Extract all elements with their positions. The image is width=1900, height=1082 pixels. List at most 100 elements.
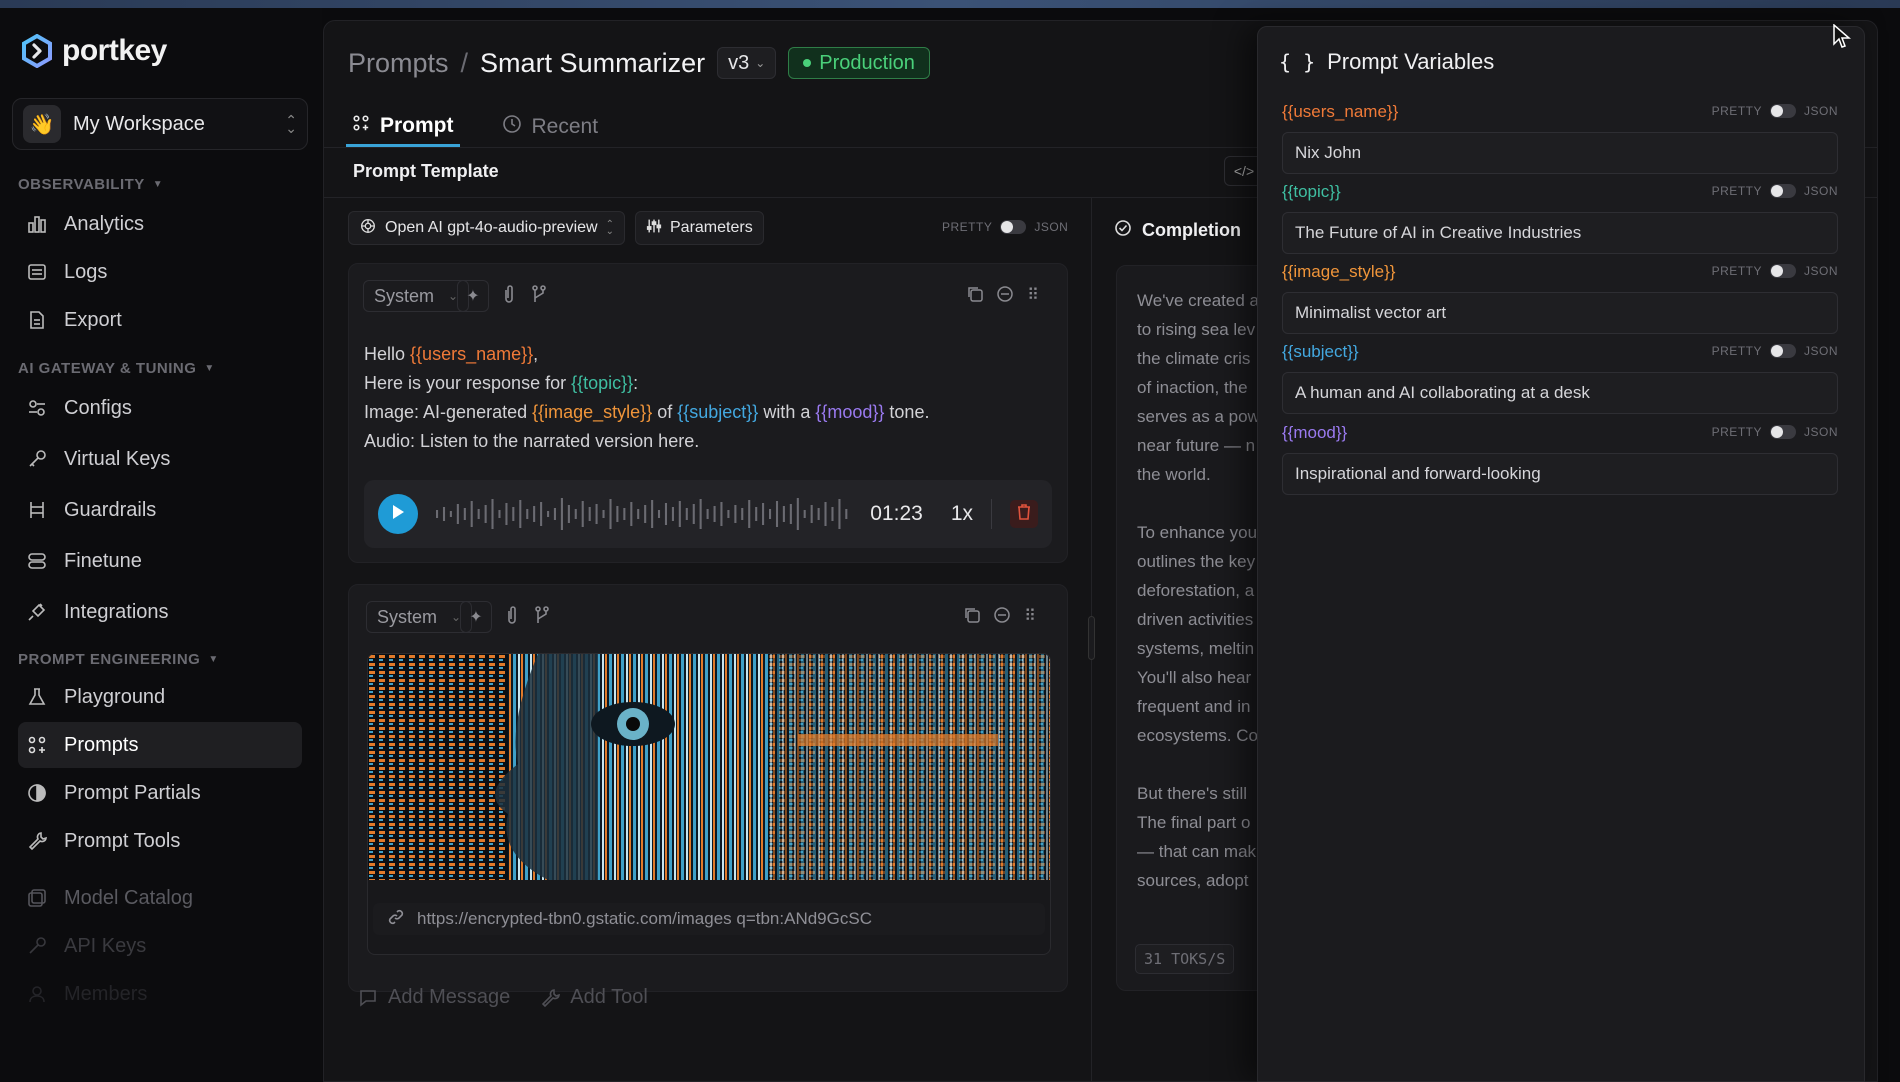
drag-handle[interactable]: ⠿: [1017, 280, 1049, 312]
tab-recent[interactable]: Recent: [496, 107, 605, 147]
sidebar-item-label: Integrations: [64, 600, 169, 623]
variable-value-input[interactable]: A human and AI collaborating at a desk: [1282, 372, 1838, 414]
variable-value-input[interactable]: The Future of AI in Creative Industries: [1282, 212, 1838, 254]
minus-circle-icon: [996, 285, 1014, 308]
toggle-switch[interactable]: [1000, 220, 1027, 234]
grip-icon: ⠿: [1027, 287, 1039, 304]
sidebar-item-api-keys[interactable]: API Keys: [18, 923, 302, 969]
image-url: https://encrypted-tbn0.gstatic.com/image…: [417, 909, 872, 928]
attach-button[interactable]: [496, 601, 528, 633]
branch-icon: [533, 605, 551, 630]
status-badge: Production: [788, 47, 930, 79]
pretty-json-toggle[interactable]: PRETTY JSON: [1712, 344, 1838, 358]
copy-icon: [963, 606, 981, 629]
sidebar-item-label: Export: [64, 308, 122, 331]
pretty-json-toggle[interactable]: PRETTY JSON: [942, 220, 1068, 234]
ai-face-image[interactable]: [368, 654, 1051, 880]
text: Hello: [364, 344, 411, 364]
audio-waveform[interactable]: [436, 494, 852, 534]
sidebar-item-integrations[interactable]: Integrations: [18, 589, 302, 635]
toggle-switch[interactable]: [1769, 344, 1796, 358]
brand-logo[interactable]: portkey: [20, 34, 167, 68]
list-icon: [26, 261, 48, 283]
tab-prompt[interactable]: Prompt: [346, 107, 460, 147]
play-icon: [391, 504, 405, 525]
waveform-bar: [789, 504, 792, 524]
toggle-switch[interactable]: [1769, 184, 1796, 198]
add-message-button[interactable]: Add Message: [358, 986, 510, 1009]
sidebar-item-guardrails[interactable]: Guardrails: [18, 487, 302, 533]
version-select[interactable]: v3 ⌄: [717, 47, 777, 79]
completion-line: [1137, 750, 1260, 779]
playback-speed-button[interactable]: 1x: [951, 502, 973, 526]
add-tool-button[interactable]: Add Tool: [540, 986, 648, 1009]
model-select[interactable]: Open AI gpt-4o-audio-preview ⌃ ⌄: [348, 211, 625, 245]
waveform-bar: [657, 510, 661, 518]
parameters-button[interactable]: Parameters: [635, 211, 764, 245]
variable-name: {{topic}}: [1282, 182, 1341, 201]
sidebar-item-label: Configs: [64, 396, 132, 419]
sidebar-item-virtual-keys[interactable]: Virtual Keys: [18, 436, 302, 482]
magic-wand-button[interactable]: ✦: [460, 601, 492, 633]
section-observability[interactable]: OBSERVABILITY ▼: [18, 176, 163, 193]
copy-button[interactable]: [956, 601, 988, 633]
key-icon: [26, 448, 48, 470]
section-label: OBSERVABILITY: [18, 176, 145, 193]
toggle-switch[interactable]: [1769, 425, 1796, 439]
section-prompt-engineering[interactable]: PROMPT ENGINEERING ▼: [18, 651, 219, 668]
section-ai-gateway[interactable]: AI GATEWAY & TUNING ▼: [18, 360, 215, 377]
sidebar-item-finetune[interactable]: Finetune: [18, 538, 302, 584]
sidebar-item-label: Virtual Keys: [64, 447, 171, 470]
waveform-bar: [748, 500, 751, 528]
sidebar-item-prompt-partials[interactable]: Prompt Partials: [18, 770, 302, 816]
attach-button[interactable]: [493, 280, 525, 312]
variables-button[interactable]: [523, 280, 555, 312]
waveform-bar: [664, 503, 668, 525]
prompt-text[interactable]: Hello {{users_name}}, Here is your respo…: [364, 340, 929, 456]
waveform-bar: [533, 506, 536, 522]
drag-handle[interactable]: ⠿: [1014, 601, 1046, 633]
variable-value-input[interactable]: Minimalist vector art: [1282, 292, 1838, 334]
completion-text[interactable]: We've created a to rising sea lev the clim…: [1137, 286, 1260, 895]
completion-line: The final part o: [1137, 813, 1251, 832]
sidebar-item-label: Finetune: [64, 549, 142, 572]
prompts-icon: [26, 734, 48, 756]
pretty-json-toggle[interactable]: PRETTY JSON: [1712, 425, 1838, 439]
sidebar-item-label: API Keys: [64, 934, 147, 957]
sidebar-item-playground[interactable]: Playground: [18, 674, 302, 720]
status-label: Production: [819, 51, 915, 74]
variables-button[interactable]: [526, 601, 558, 633]
pretty-json-toggle[interactable]: PRETTY JSON: [1712, 264, 1838, 278]
copy-button[interactable]: [959, 280, 991, 312]
image-url-field[interactable]: https://encrypted-tbn0.gstatic.com/image…: [373, 903, 1045, 935]
waveform-bar: [810, 505, 813, 523]
waveform-bar: [505, 503, 508, 525]
variable-value-input[interactable]: Nix John: [1282, 132, 1838, 174]
role-select[interactable]: System ⌄: [366, 601, 473, 633]
resize-handle[interactable]: [1088, 616, 1095, 660]
workspace-switcher[interactable]: 👋 My Workspace ⌃ ⌄: [12, 98, 308, 150]
toggle-switch[interactable]: [1769, 264, 1796, 278]
magic-wand-button[interactable]: ✦: [457, 280, 489, 312]
sidebar-item-prompts[interactable]: Prompts: [18, 722, 302, 768]
waveform-bar: [838, 499, 841, 529]
sidebar-item-model-catalog[interactable]: Model Catalog: [18, 875, 302, 921]
role-select[interactable]: System ⌄: [363, 280, 470, 312]
sidebar-item-members[interactable]: Members: [18, 971, 302, 1017]
play-button[interactable]: [378, 494, 418, 534]
completion-line: serves as a pow: [1137, 407, 1260, 426]
pretty-json-toggle[interactable]: PRETTY JSON: [1712, 184, 1838, 198]
sidebar-item-export[interactable]: Export: [18, 297, 302, 343]
sidebar-item-analytics[interactable]: Analytics: [18, 201, 302, 247]
breadcrumb-prompts-link[interactable]: Prompts: [348, 48, 449, 79]
toggle-switch[interactable]: [1769, 104, 1796, 118]
pretty-json-toggle[interactable]: PRETTY JSON: [1712, 104, 1838, 118]
delete-audio-button[interactable]: [1010, 500, 1038, 528]
sidebar-item-configs[interactable]: Configs: [18, 385, 302, 431]
waveform-bar: [692, 504, 695, 524]
waveform-bar: [741, 508, 744, 520]
completion-line: But there's still: [1137, 784, 1248, 803]
variable-value-input[interactable]: Inspirational and forward-looking: [1282, 453, 1838, 495]
sidebar-item-prompt-tools[interactable]: Prompt Tools: [18, 818, 302, 864]
sidebar-item-logs[interactable]: Logs: [18, 249, 302, 295]
